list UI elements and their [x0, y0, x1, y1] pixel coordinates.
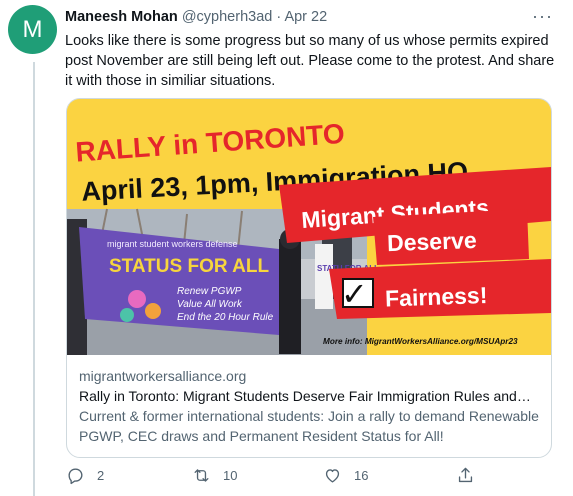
- retweet-icon: [194, 469, 209, 482]
- card-description: Current & former international students:…: [79, 408, 539, 444]
- reply-icon: [68, 468, 83, 485]
- header-separator: ·: [276, 9, 282, 25]
- banner-3-text: Fairness!: [385, 282, 488, 312]
- card-domain[interactable]: migrantworkersalliance.org: [79, 366, 541, 386]
- author-name[interactable]: Maneesh Mohan: [65, 9, 178, 25]
- retweet-button[interactable]: 10: [192, 466, 237, 485]
- more-info-text: More info: MigrantWorkersAlliance.org/MS…: [323, 337, 518, 346]
- share-icon: [458, 467, 473, 483]
- card-meta[interactable]: migrantworkersalliance.org Rally in Toro…: [79, 366, 541, 446]
- heart-icon: [325, 469, 340, 483]
- card-title[interactable]: Rally in Toronto: Migrant Students Deser…: [79, 386, 541, 406]
- avatar-letter: M: [22, 15, 43, 43]
- flag-main-text: STATUS FOR ALL: [109, 256, 269, 277]
- avatar[interactable]: M: [8, 5, 57, 54]
- tweet-header: Maneesh Mohan @cypherh3ad · Apr 22: [65, 9, 327, 25]
- flag-line-2: Value All Work: [177, 299, 243, 310]
- checkmark-icon: ✓: [341, 275, 368, 313]
- flag-top-text: migrant student workers defense: [107, 239, 238, 249]
- banner-2-text: Deserve: [387, 227, 477, 256]
- tweet-text: Looks like there is some progress but so…: [65, 33, 555, 89]
- retweet-count: 10: [223, 468, 238, 483]
- person-figure: [279, 239, 301, 354]
- card-image[interactable]: STATU FOR ALL migrant student workers de…: [67, 99, 551, 355]
- tweet-date[interactable]: Apr 22: [284, 9, 327, 25]
- reply-count: 2: [97, 468, 105, 483]
- link-card[interactable]: STATU FOR ALL migrant student workers de…: [66, 98, 552, 458]
- author-handle[interactable]: @cypherh3ad: [182, 9, 273, 25]
- thread-line: [33, 62, 35, 496]
- like-count: 16: [354, 468, 369, 483]
- more-options-icon[interactable]: ···: [532, 6, 553, 27]
- reply-button[interactable]: 2: [66, 466, 104, 485]
- share-button[interactable]: [456, 466, 475, 485]
- like-button[interactable]: 16: [323, 466, 368, 485]
- flag-line-1: Renew PGWP: [177, 286, 242, 297]
- rally-poster: STATU FOR ALL migrant student workers de…: [67, 99, 551, 355]
- tweet-actions: 2 10 16: [66, 466, 476, 492]
- flag-line-3: End the 20 Hour Rule: [177, 312, 274, 323]
